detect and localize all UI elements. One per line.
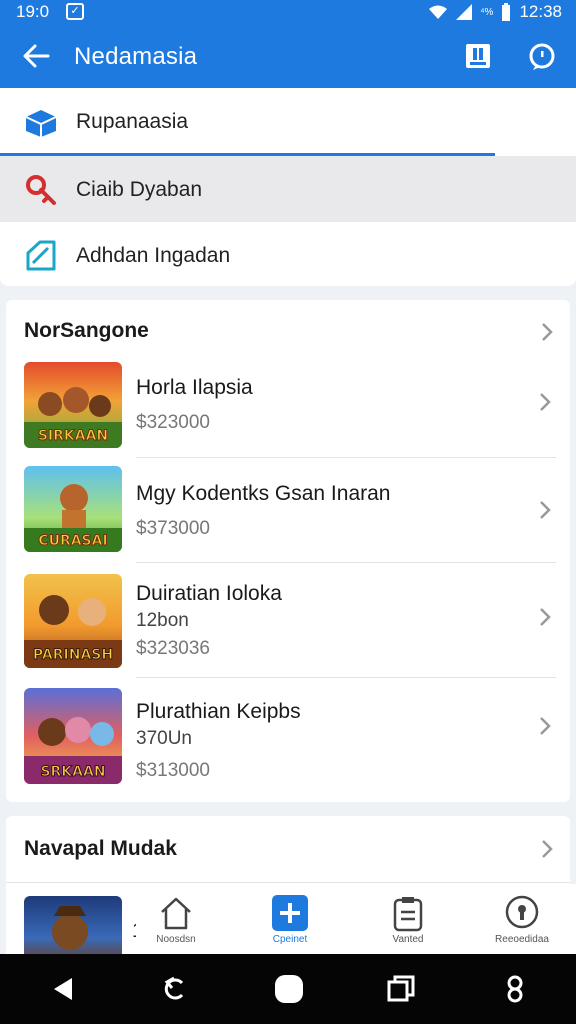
rotate-icon[interactable]: [160, 974, 190, 1004]
section-title: Navapal Mudak: [24, 837, 177, 860]
game-price: $373000: [136, 518, 210, 539]
game-row[interactable]: SIRKAAN Horla Ilapsia $323000: [6, 358, 570, 458]
page-title: Nedamasia: [74, 43, 198, 70]
game-thumbnail: CURASAI: [24, 466, 122, 552]
home-icon: [161, 897, 191, 930]
menu-card: Rupanaasia Ciaib Dyaban Adhdan Ingadan: [0, 88, 576, 286]
section-divider: [6, 882, 570, 883]
home-button-icon[interactable]: [274, 974, 304, 1004]
game-price: $323000: [136, 412, 210, 433]
nav-label: Vanted: [392, 934, 424, 945]
back-arrow-icon[interactable]: [20, 40, 52, 72]
game-subtitle: 370Un: [136, 728, 192, 749]
status-bar: 19:0 ✓ ⁴% 12:38: [0, 0, 576, 24]
game-thumbnail: PARINASH: [24, 574, 122, 668]
recents-icon[interactable]: [386, 974, 416, 1004]
battery-percent: ⁴%: [480, 6, 494, 18]
chat-bubble-icon[interactable]: [527, 42, 557, 72]
game-art-icon: SRKAAN: [24, 717, 122, 784]
game-price: $313000: [136, 760, 210, 781]
add-plus-icon: [272, 895, 308, 931]
game-thumbnail: SIRKAAN: [24, 362, 122, 448]
row-divider: [136, 562, 556, 563]
svg-text:CURASAI: CURASAI: [38, 533, 107, 549]
app-bar: Nedamasia: [0, 24, 576, 88]
signal-icon: [456, 4, 473, 20]
game-subtitle: 12bon: [136, 610, 189, 631]
section-title: NorSangone: [24, 319, 149, 342]
clipboard-icon: [393, 897, 423, 932]
profile-pin-icon: [505, 895, 539, 929]
row-divider: [136, 677, 556, 678]
wifi-icon: [429, 5, 448, 19]
menu-item-label: Ciaib Dyaban: [76, 178, 203, 201]
menu-item-2[interactable]: Ciaib Dyaban: [0, 156, 576, 222]
row-divider: [136, 457, 556, 458]
battery-icon: [502, 3, 511, 21]
game-row[interactable]: SRKAAN Plurathian Keipbs 370Un $313000: [6, 682, 570, 798]
game-title: Horla Ilapsia: [136, 376, 253, 399]
system-navigation-bar: [0, 954, 576, 1024]
folder-box-icon: [25, 110, 57, 137]
menu-item-label: Adhdan Ingadan: [76, 244, 231, 267]
key-icon: [26, 175, 56, 205]
chevron-right-icon[interactable]: [540, 838, 554, 860]
chevron-right-icon[interactable]: [538, 715, 552, 737]
status-right: ⁴% 12:38: [428, 2, 562, 22]
game-title: Mgy Kodentks Gsan Inaran: [136, 482, 391, 505]
status-time-left: 19:0: [16, 2, 50, 21]
menu-item-1[interactable]: Rupanaasia: [0, 88, 576, 156]
chevron-right-icon[interactable]: [540, 321, 554, 343]
game-price: $323036: [136, 638, 210, 659]
nav-item-home[interactable]: Noosdsn: [136, 894, 216, 945]
svg-text:SIRKAAN: SIRKAAN: [38, 428, 108, 444]
nav-item-add[interactable]: Cpeinet: [250, 894, 330, 945]
nav-item-list[interactable]: Vanted: [368, 894, 448, 945]
games-section: NorSangone SIRKAAN Horla Ilapsia $323000…: [6, 300, 570, 802]
chevron-right-icon[interactable]: [538, 391, 552, 413]
game-row[interactable]: PARINASH Duiratian Ioloka 12bon $323036: [6, 568, 570, 678]
game-art-icon: SIRKAAN: [24, 387, 122, 448]
svg-text:SRKAAN: SRKAAN: [40, 764, 105, 780]
game-art-icon: PARINASH: [24, 595, 122, 668]
chevron-right-icon[interactable]: [538, 499, 552, 521]
nav-label: Noosdsn: [156, 934, 196, 945]
menu-item-label: Rupanaasia: [76, 110, 189, 133]
game-thumbnail: SRKAAN: [24, 688, 122, 784]
menu-item-3[interactable]: Adhdan Ingadan: [0, 222, 576, 288]
notification-icon: ✓: [66, 3, 84, 20]
bottom-navigation: Noosdsn Cpeinet Vanted Reeoedidaa: [136, 884, 576, 954]
game-title: Duiratian Ioloka: [136, 582, 282, 605]
nav-label: Cpeinet: [272, 934, 308, 945]
edit-pencil-icon: [26, 240, 56, 271]
system-back-icon[interactable]: [48, 974, 78, 1004]
nav-label: Reeoedidaa: [495, 934, 549, 945]
game-row[interactable]: CURASAI Mgy Kodentks Gsan Inaran $373000: [6, 462, 570, 566]
chevron-right-icon[interactable]: [538, 606, 552, 628]
svg-text:PARINASH: PARINASH: [33, 647, 113, 663]
bookmark-icon[interactable]: [464, 42, 492, 70]
game-art-icon: CURASAI: [24, 484, 122, 552]
status-time-right: 12:38: [519, 2, 562, 21]
game-title: Plurathian Keipbs: [136, 700, 301, 723]
assistant-icon[interactable]: [500, 974, 530, 1004]
nav-item-profile[interactable]: Reeoedidaa: [482, 894, 562, 945]
